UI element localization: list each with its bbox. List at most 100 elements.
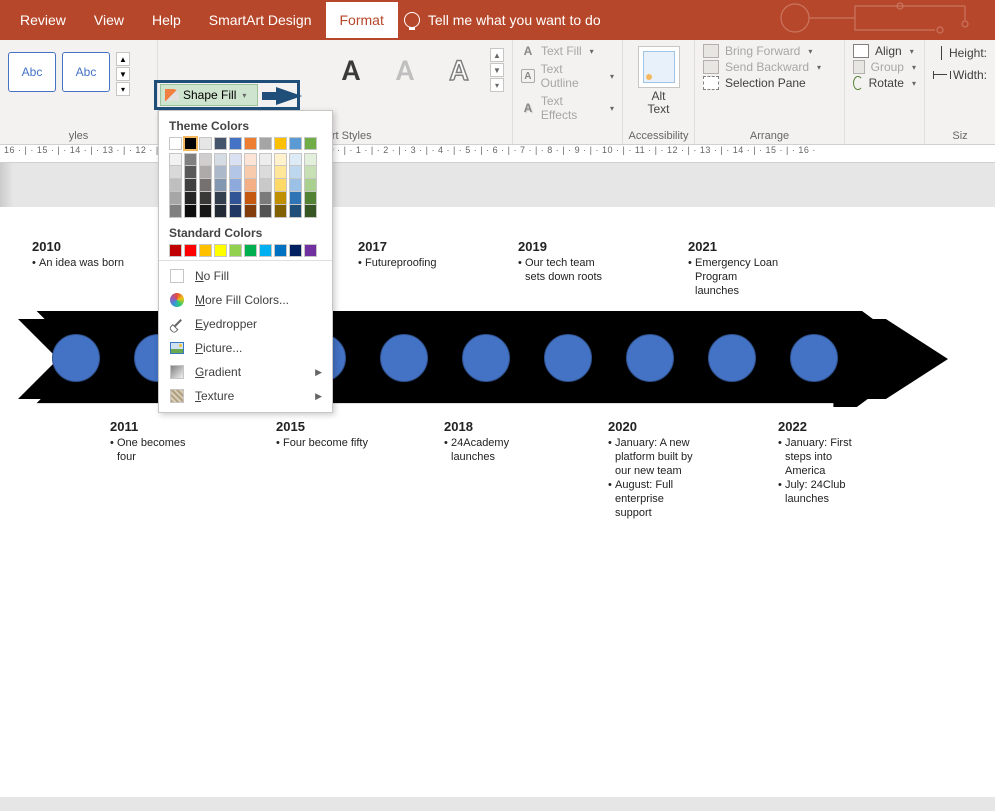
selection-pane-button[interactable]: Selection Pane — [703, 76, 836, 90]
color-swatch[interactable] — [274, 192, 287, 205]
color-swatch[interactable] — [184, 192, 197, 205]
shape-style-preset[interactable]: Abc — [8, 52, 56, 92]
color-swatch[interactable] — [304, 137, 317, 150]
timeline-entry[interactable]: 2021Emergency Loan Program launches — [688, 239, 783, 299]
color-swatch[interactable] — [184, 153, 197, 166]
color-swatch[interactable] — [274, 244, 287, 257]
color-swatch[interactable] — [289, 153, 302, 166]
color-swatch[interactable] — [169, 179, 182, 192]
color-swatch[interactable] — [259, 205, 272, 218]
timeline-entry[interactable]: 2011One becomes four — [110, 419, 205, 466]
wordart-gallery-more[interactable]: ▾ — [490, 78, 504, 92]
text-effects-button[interactable]: AText Effects▾ — [521, 94, 614, 122]
text-outline-button[interactable]: AText Outline▾ — [521, 62, 614, 90]
eyedropper-item[interactable]: Eyedropper — [159, 312, 332, 336]
gradient-fill-item[interactable]: Gradient▶ — [159, 360, 332, 384]
color-swatch[interactable] — [199, 179, 212, 192]
wordart-gallery-up[interactable]: ▲ — [490, 48, 504, 62]
color-swatch[interactable] — [169, 153, 182, 166]
color-swatch[interactable] — [259, 166, 272, 179]
tab-review[interactable]: Review — [6, 2, 80, 38]
tab-smartart-design[interactable]: SmartArt Design — [195, 2, 326, 38]
color-swatch[interactable] — [304, 205, 317, 218]
wordart-preset[interactable]: A — [326, 46, 376, 94]
more-fill-colors-item[interactable]: More Fill Colors... — [159, 288, 332, 312]
timeline-entry[interactable]: 2019Our tech team sets down roots — [518, 239, 613, 286]
wordart-preset[interactable]: A — [434, 46, 484, 94]
color-swatch[interactable] — [199, 244, 212, 257]
timeline-node[interactable] — [52, 334, 100, 382]
color-swatch[interactable] — [244, 153, 257, 166]
picture-fill-item[interactable]: Picture... — [159, 336, 332, 360]
wordart-preset[interactable]: A — [380, 46, 430, 94]
color-swatch[interactable] — [184, 166, 197, 179]
color-swatch[interactable] — [274, 166, 287, 179]
color-swatch[interactable] — [259, 244, 272, 257]
color-swatch[interactable] — [259, 192, 272, 205]
color-swatch[interactable] — [229, 153, 242, 166]
timeline-node[interactable] — [708, 334, 756, 382]
color-swatch[interactable] — [304, 244, 317, 257]
color-swatch[interactable] — [184, 244, 197, 257]
style-gallery-more[interactable]: ▾ — [116, 82, 130, 96]
color-swatch[interactable] — [304, 192, 317, 205]
send-backward-button[interactable]: Send Backward▾ — [703, 60, 836, 74]
height-input[interactable]: Height: — [933, 46, 987, 60]
color-swatch[interactable] — [259, 137, 272, 150]
color-swatch[interactable] — [289, 179, 302, 192]
color-swatch[interactable] — [199, 137, 212, 150]
color-swatch[interactable] — [304, 153, 317, 166]
shape-fill-button[interactable]: Shape Fill ▾ — [160, 84, 258, 106]
no-fill-item[interactable]: No Fill — [159, 264, 332, 288]
color-swatch[interactable] — [214, 153, 227, 166]
color-swatch[interactable] — [289, 192, 302, 205]
width-input[interactable]: Width: — [933, 68, 987, 82]
color-swatch[interactable] — [244, 166, 257, 179]
color-swatch[interactable] — [184, 179, 197, 192]
color-swatch[interactable] — [229, 166, 242, 179]
texture-fill-item[interactable]: Texture▶ — [159, 384, 332, 408]
color-swatch[interactable] — [274, 179, 287, 192]
color-swatch[interactable] — [244, 244, 257, 257]
color-swatch[interactable] — [199, 166, 212, 179]
color-swatch[interactable] — [289, 137, 302, 150]
timeline-node[interactable] — [544, 334, 592, 382]
color-swatch[interactable] — [169, 166, 182, 179]
timeline-node[interactable] — [380, 334, 428, 382]
bring-forward-button[interactable]: Bring Forward▾ — [703, 44, 836, 58]
color-swatch[interactable] — [169, 137, 182, 150]
color-swatch[interactable] — [229, 205, 242, 218]
slide[interactable]: 2010An idea was born201224Slides.com lau… — [0, 207, 995, 797]
color-swatch[interactable] — [229, 137, 242, 150]
rotate-button[interactable]: Rotate▾ — [853, 76, 916, 90]
color-swatch[interactable] — [214, 166, 227, 179]
text-fill-button[interactable]: AText Fill▾ — [521, 44, 614, 58]
color-swatch[interactable] — [184, 137, 197, 150]
tab-format[interactable]: Format — [326, 2, 398, 38]
timeline-entry[interactable]: 2015Four become fifty — [276, 419, 371, 452]
color-swatch[interactable] — [169, 192, 182, 205]
color-swatch[interactable] — [259, 179, 272, 192]
group-button[interactable]: Group▾ — [853, 60, 916, 74]
color-swatch[interactable] — [304, 166, 317, 179]
shape-style-preset[interactable]: Abc — [62, 52, 110, 92]
timeline-node[interactable] — [790, 334, 838, 382]
color-swatch[interactable] — [244, 205, 257, 218]
color-swatch[interactable] — [229, 179, 242, 192]
color-swatch[interactable] — [289, 244, 302, 257]
color-swatch[interactable] — [289, 166, 302, 179]
timeline-entry[interactable]: 2010An idea was born — [32, 239, 127, 272]
align-button[interactable]: Align▾ — [853, 44, 916, 58]
color-swatch[interactable] — [199, 205, 212, 218]
color-swatch[interactable] — [214, 137, 227, 150]
color-swatch[interactable] — [274, 205, 287, 218]
color-swatch[interactable] — [229, 192, 242, 205]
timeline-node[interactable] — [462, 334, 510, 382]
tab-view[interactable]: View — [80, 2, 138, 38]
timeline-entry[interactable]: 201824Academy launches — [444, 419, 539, 466]
color-swatch[interactable] — [229, 244, 242, 257]
color-swatch[interactable] — [274, 153, 287, 166]
style-gallery-up[interactable]: ▲ — [116, 52, 130, 66]
color-swatch[interactable] — [244, 192, 257, 205]
color-swatch[interactable] — [289, 205, 302, 218]
